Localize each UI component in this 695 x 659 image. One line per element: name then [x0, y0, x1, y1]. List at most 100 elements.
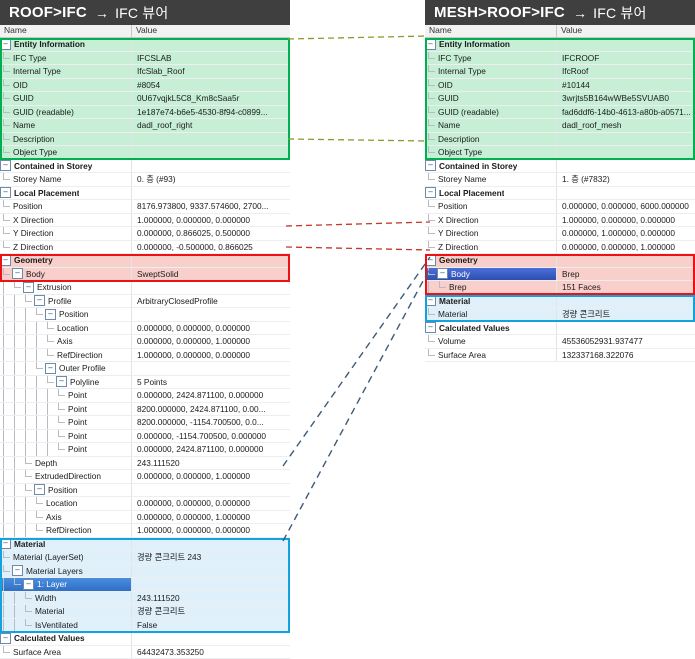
- property-row[interactable]: −Contained in Storey: [0, 160, 290, 174]
- collapse-toggle-icon[interactable]: −: [0, 39, 11, 50]
- property-row[interactable]: −ProfileArbitraryClosedProfile: [0, 295, 290, 309]
- property-row[interactable]: Namedadl_roof_right: [0, 119, 290, 133]
- property-row[interactable]: Position0.000000, 0.000000, 6000.000000: [425, 200, 695, 214]
- collapse-toggle-icon[interactable]: −: [425, 255, 436, 266]
- property-row[interactable]: Object Type: [425, 146, 695, 160]
- property-row[interactable]: −Material: [0, 538, 290, 552]
- property-row[interactable]: −Contained in Storey: [425, 160, 695, 174]
- property-row[interactable]: IsVentilatedFalse: [0, 619, 290, 633]
- property-name-label: Z Direction: [437, 242, 478, 252]
- property-row[interactable]: Internal TypeIfcRoof: [425, 65, 695, 79]
- property-row[interactable]: Surface Area132337168.322076: [425, 349, 695, 363]
- property-row[interactable]: −Material: [425, 295, 695, 309]
- collapse-toggle-icon[interactable]: −: [23, 282, 34, 293]
- collapse-toggle-icon[interactable]: −: [56, 376, 67, 387]
- property-row[interactable]: −Local Placement: [0, 187, 290, 201]
- collapse-toggle-icon[interactable]: −: [425, 160, 436, 171]
- property-row[interactable]: Material (LayerSet)경량 콘크리트 243: [0, 551, 290, 565]
- property-row[interactable]: −BodyBrep: [425, 268, 695, 282]
- property-row[interactable]: OID#8054: [0, 79, 290, 93]
- collapse-toggle-icon[interactable]: −: [0, 633, 11, 644]
- property-row[interactable]: −1: Layer: [0, 578, 290, 592]
- property-row[interactable]: Object Type: [0, 146, 290, 160]
- collapse-toggle-icon[interactable]: −: [425, 187, 436, 198]
- property-row[interactable]: Point0.000000, 2424.871100, 0.000000: [0, 443, 290, 457]
- property-tree-right[interactable]: −Entity InformationIFC TypeIFCROOFIntern…: [425, 38, 695, 362]
- property-row[interactable]: IFC TypeIFCSLAB: [0, 52, 290, 66]
- property-row[interactable]: Point0.000000, -1154.700500, 0.000000: [0, 430, 290, 444]
- property-row[interactable]: RefDirection1.000000, 0.000000, 0.000000: [0, 349, 290, 363]
- property-row[interactable]: Material경량 콘크리트: [425, 308, 695, 322]
- property-row[interactable]: Axis0.000000, 0.000000, 1.000000: [0, 511, 290, 525]
- property-row[interactable]: −BodySweptSolid: [0, 268, 290, 282]
- property-row[interactable]: GUID3wrjts5B164wWBe5SVUAB0: [425, 92, 695, 106]
- property-row[interactable]: −Geometry: [425, 254, 695, 268]
- collapse-toggle-icon[interactable]: −: [425, 295, 436, 306]
- property-row[interactable]: −Calculated Values: [425, 322, 695, 336]
- property-row[interactable]: −Position: [0, 308, 290, 322]
- property-row[interactable]: Position8176.973800, 9337.574600, 2700..…: [0, 200, 290, 214]
- property-row[interactable]: Point8200.000000, 2424.871100, 0.00...: [0, 403, 290, 417]
- property-row[interactable]: IFC TypeIFCROOF: [425, 52, 695, 66]
- collapse-toggle-icon[interactable]: −: [12, 268, 23, 279]
- tree-line: [0, 416, 11, 429]
- collapse-toggle-icon[interactable]: −: [12, 565, 23, 576]
- property-row[interactable]: −Geometry: [0, 254, 290, 268]
- property-row[interactable]: Z Direction0.000000, -0.500000, 0.866025: [0, 241, 290, 255]
- property-row[interactable]: X Direction1.000000, 0.000000, 0.000000: [0, 214, 290, 228]
- collapse-toggle-icon[interactable]: −: [45, 309, 56, 320]
- tree-line: [44, 430, 55, 443]
- collapse-toggle-icon[interactable]: −: [0, 160, 11, 171]
- collapse-toggle-icon[interactable]: −: [34, 295, 45, 306]
- property-row[interactable]: GUID0U67vqjkL5C8_Km8cSaa5r: [0, 92, 290, 106]
- property-row[interactable]: Namedadl_roof_mesh: [425, 119, 695, 133]
- property-row[interactable]: Y Direction0.000000, 1.000000, 0.000000: [425, 227, 695, 241]
- property-row[interactable]: OID#10144: [425, 79, 695, 93]
- collapse-toggle-icon[interactable]: −: [425, 322, 436, 333]
- property-row[interactable]: −Material Layers: [0, 565, 290, 579]
- property-row[interactable]: Y Direction0.000000, 0.866025, 0.500000: [0, 227, 290, 241]
- property-row[interactable]: Storey Name1. 층 (#7832): [425, 173, 695, 187]
- property-row[interactable]: −Outer Profile: [0, 362, 290, 376]
- property-row[interactable]: Description: [0, 133, 290, 147]
- collapse-toggle-icon[interactable]: −: [0, 255, 11, 266]
- property-row[interactable]: Location0.000000, 0.000000, 0.000000: [0, 497, 290, 511]
- property-row[interactable]: Surface Area64432473.353250: [0, 646, 290, 659]
- property-row[interactable]: RefDirection1.000000, 0.000000, 0.000000: [0, 524, 290, 538]
- property-row[interactable]: −Local Placement: [425, 187, 695, 201]
- collapse-toggle-icon[interactable]: −: [0, 187, 11, 198]
- property-row[interactable]: −Extrusion: [0, 281, 290, 295]
- property-row[interactable]: GUID (readable)fad6ddf6-14b0-4613-a80b-a…: [425, 106, 695, 120]
- collapse-toggle-icon[interactable]: −: [437, 268, 448, 279]
- property-row[interactable]: −Polyline5 Points: [0, 376, 290, 390]
- property-row[interactable]: −Calculated Values: [0, 632, 290, 646]
- collapse-toggle-icon[interactable]: −: [34, 484, 45, 495]
- property-row[interactable]: Point0.000000, 2424.871100, 0.000000: [0, 389, 290, 403]
- property-row[interactable]: Location0.000000, 0.000000, 0.000000: [0, 322, 290, 336]
- property-row[interactable]: −Entity Information: [425, 38, 695, 52]
- property-row[interactable]: −Entity Information: [0, 38, 290, 52]
- property-row[interactable]: ExtrudedDirection0.000000, 0.000000, 1.0…: [0, 470, 290, 484]
- collapse-toggle-icon[interactable]: −: [0, 538, 11, 549]
- property-row[interactable]: Axis0.000000, 0.000000, 1.000000: [0, 335, 290, 349]
- property-row[interactable]: Material경량 콘크리트: [0, 605, 290, 619]
- property-row[interactable]: Brep151 Faces: [425, 281, 695, 295]
- property-value-cell: #10144: [557, 79, 695, 92]
- property-row[interactable]: Point8200.000000, -1154.700500, 0.0...: [0, 416, 290, 430]
- property-row[interactable]: Z Direction0.000000, 0.000000, 1.000000: [425, 241, 695, 255]
- collapse-toggle-icon[interactable]: −: [425, 39, 436, 50]
- property-row[interactable]: Description: [425, 133, 695, 147]
- property-tree-left[interactable]: −Entity InformationIFC TypeIFCSLABIntern…: [0, 38, 290, 659]
- property-row[interactable]: Internal TypeIfcSlab_Roof: [0, 65, 290, 79]
- property-row[interactable]: X Direction1.000000, 0.000000, 0.000000: [425, 214, 695, 228]
- property-row[interactable]: GUID (readable)1e187e74-b6e5-4530-8f94-c…: [0, 106, 290, 120]
- property-row[interactable]: Width243.111520: [0, 592, 290, 606]
- property-row[interactable]: Depth243.111520: [0, 457, 290, 471]
- property-row[interactable]: Volume45536052931.937477: [425, 335, 695, 349]
- property-row[interactable]: Storey Name0. 층 (#93): [0, 173, 290, 187]
- collapse-toggle-icon[interactable]: −: [45, 363, 56, 374]
- tree-line: [0, 524, 11, 537]
- collapse-toggle-icon[interactable]: −: [23, 579, 34, 590]
- tree-elbow-icon: [425, 79, 436, 92]
- property-row[interactable]: −Position: [0, 484, 290, 498]
